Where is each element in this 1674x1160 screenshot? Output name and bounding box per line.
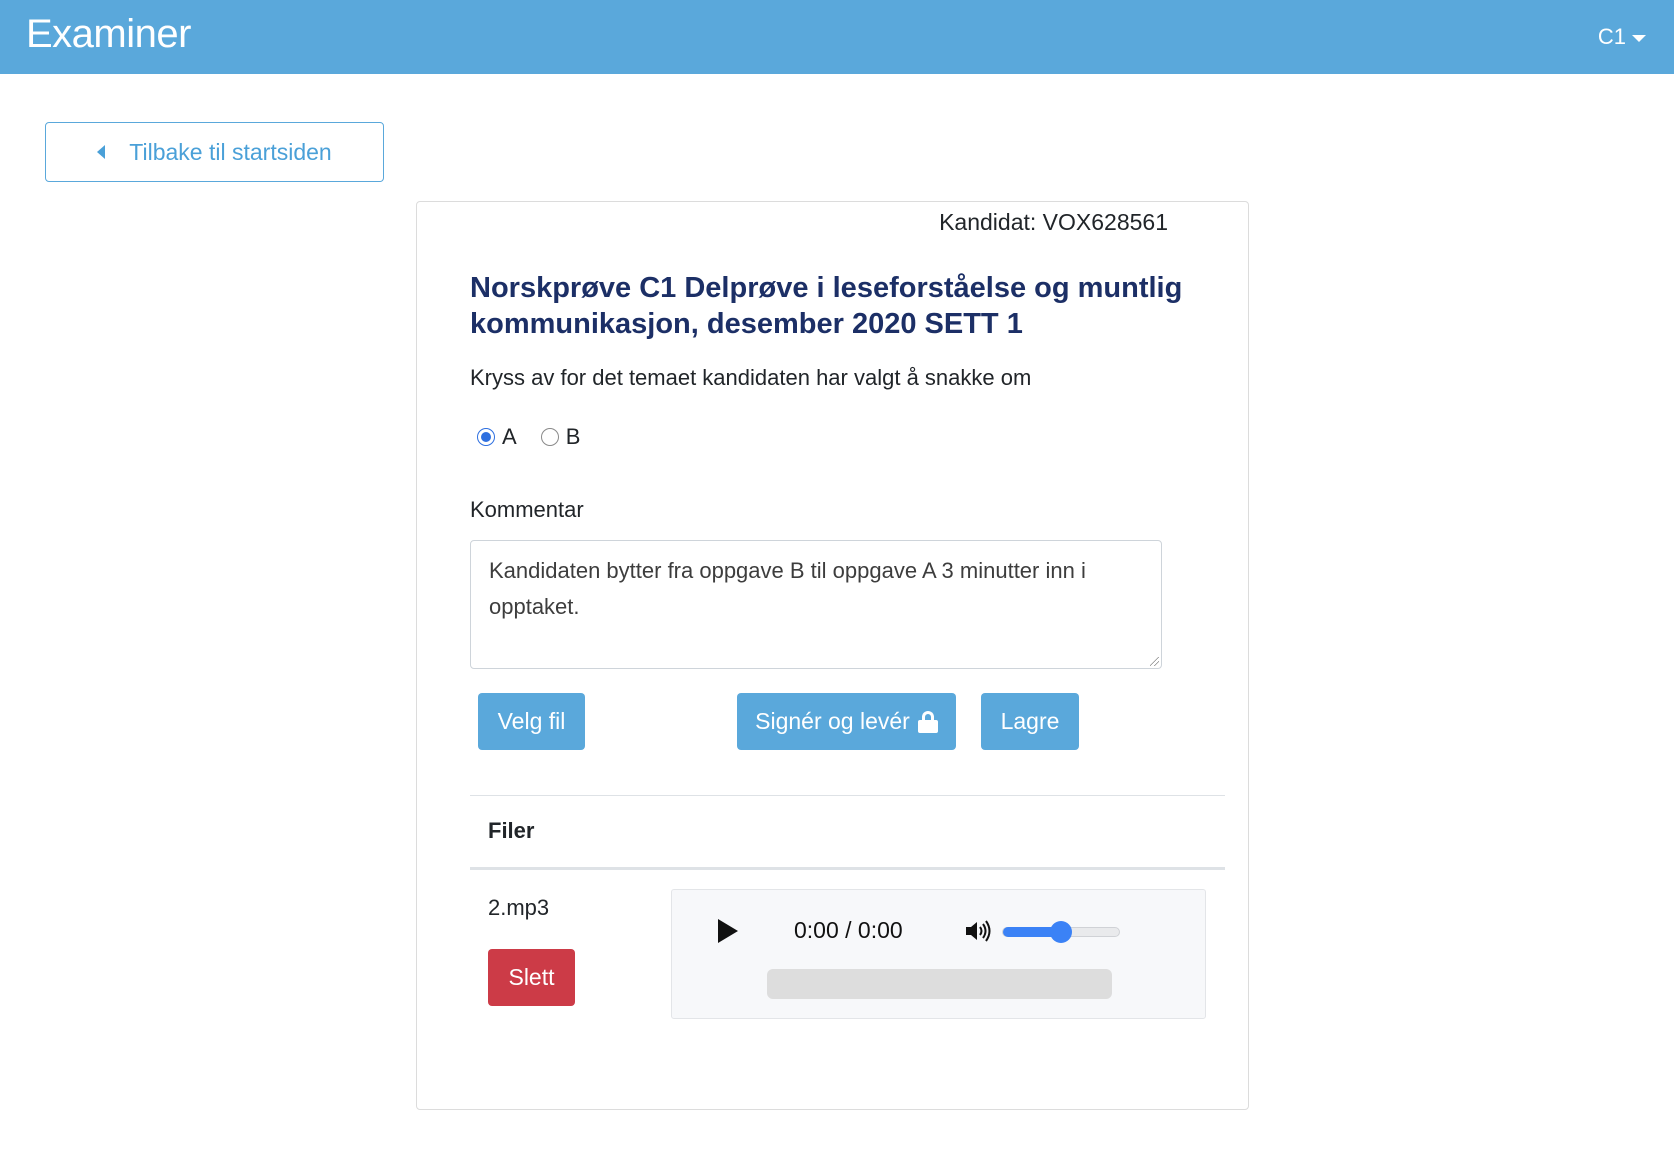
play-icon[interactable] bbox=[718, 919, 738, 943]
save-button[interactable]: Lagre bbox=[981, 693, 1079, 750]
files-header: Filer bbox=[488, 818, 535, 843]
seek-bar[interactable] bbox=[767, 969, 1112, 999]
files-divider bbox=[470, 795, 1225, 796]
choose-file-button[interactable]: Velg fil bbox=[478, 693, 585, 750]
radio-a-label: A bbox=[502, 424, 517, 449]
topic-instruction: Kryss av for det temaet kandidaten har v… bbox=[470, 365, 1032, 390]
files-header-divider bbox=[470, 867, 1225, 870]
delete-label: Slett bbox=[508, 964, 555, 990]
save-label: Lagre bbox=[1000, 708, 1060, 734]
back-to-start-button[interactable]: Tilbake til startsiden bbox=[45, 122, 384, 182]
exam-card: Kandidat: VOX628561 Norskprøve C1 Delprø… bbox=[416, 201, 1249, 1110]
volume-thumb[interactable] bbox=[1050, 921, 1072, 943]
comment-text: Kandidaten bytter fra oppgave B til oppg… bbox=[489, 558, 1086, 619]
user-menu-dropdown[interactable]: C1 bbox=[1598, 24, 1646, 50]
radio-b-label: B bbox=[565, 424, 581, 449]
file-name: 2.mp3 bbox=[488, 895, 550, 920]
playback-time: 0:00 / 0:00 bbox=[794, 917, 903, 943]
exam-title: Norskprøve C1 Delprøve i leseforståelse … bbox=[470, 272, 1183, 340]
comment-label: Kommentar bbox=[470, 497, 584, 522]
volume-slider[interactable] bbox=[1002, 921, 1120, 943]
sign-and-submit-button[interactable]: Signér og levér bbox=[737, 693, 956, 750]
topic-radio-group: A B bbox=[477, 424, 604, 450]
back-button-label: Tilbake til startsiden bbox=[129, 138, 332, 165]
topic-option-a[interactable]: A bbox=[477, 424, 517, 450]
topic-option-b[interactable]: B bbox=[540, 424, 581, 450]
comment-textarea[interactable]: Kandidaten bytter fra oppgave B til oppg… bbox=[470, 540, 1162, 669]
caret-left-icon bbox=[97, 145, 106, 159]
radio-a[interactable] bbox=[477, 428, 495, 446]
caret-down-icon bbox=[1632, 34, 1646, 42]
candidate-id: Kandidat: VOX628561 bbox=[939, 209, 1168, 235]
volume-icon[interactable] bbox=[964, 920, 992, 942]
top-navbar: Examiner C1 bbox=[0, 0, 1674, 74]
choose-file-label: Velg fil bbox=[497, 708, 566, 734]
sign-submit-label: Signér og levér bbox=[755, 708, 910, 734]
user-menu-label: C1 bbox=[1597, 24, 1626, 49]
brand-title[interactable]: Examiner bbox=[26, 12, 191, 57]
audio-player: 0:00 / 0:00 bbox=[671, 889, 1206, 1019]
delete-file-button[interactable]: Slett bbox=[488, 949, 575, 1006]
radio-b[interactable] bbox=[540, 428, 559, 446]
resize-handle-icon[interactable] bbox=[1150, 657, 1159, 666]
lock-icon bbox=[917, 710, 938, 733]
